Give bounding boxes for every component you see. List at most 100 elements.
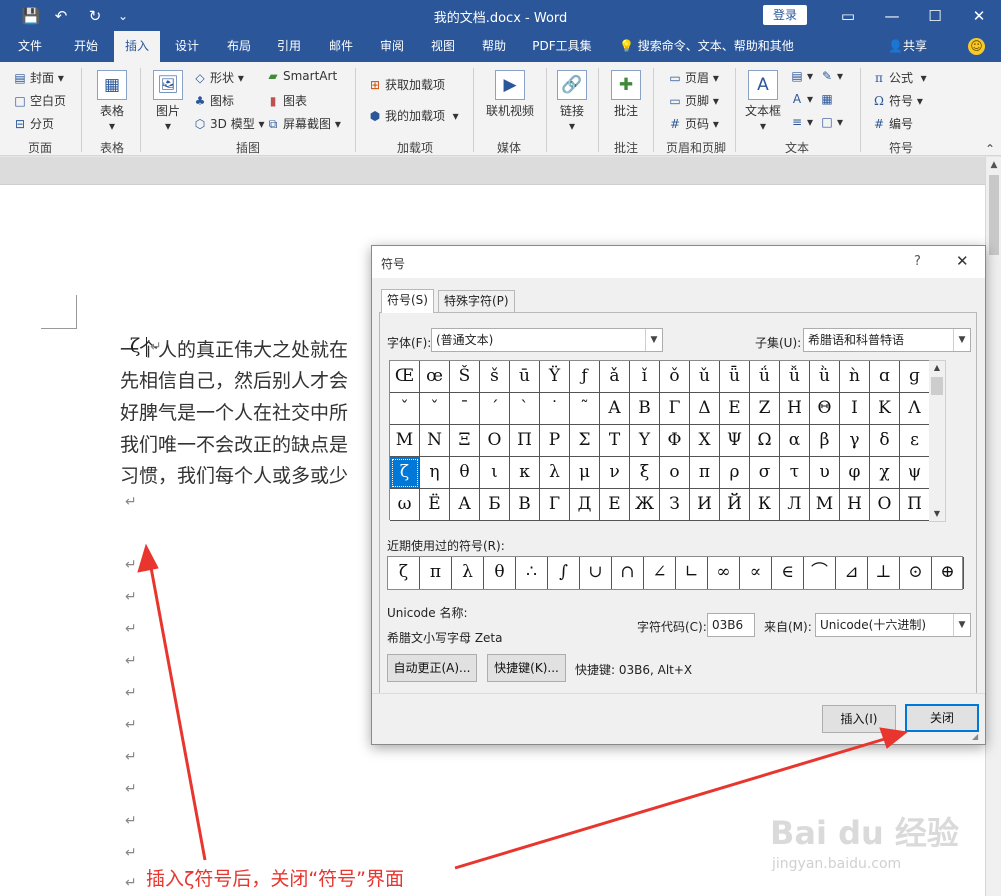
equation-button[interactable]: π 公式 ▾ — [872, 69, 927, 86]
help-icon[interactable]: ? — [914, 254, 921, 269]
ribbon-display-icon[interactable]: ▭ — [826, 0, 870, 31]
symbol-cell[interactable]: Ξ — [450, 425, 480, 457]
symbol-cell[interactable]: Θ — [810, 393, 840, 425]
symbol-cell[interactable]: Н — [840, 489, 870, 521]
shortcut-key-button[interactable]: 快捷键(K)... — [487, 654, 566, 682]
symbol-cell[interactable]: З — [660, 489, 690, 521]
symbol-cell[interactable]: δ — [870, 425, 900, 457]
symbol-cell[interactable]: ƒ — [570, 361, 600, 393]
restore-button[interactable]: ☐ — [913, 0, 957, 31]
symbol-cell[interactable]: ǚ — [780, 361, 810, 393]
wordart-button[interactable]: A ▾ — [790, 92, 813, 106]
symbol-cell[interactable]: ɡ — [900, 361, 930, 393]
my-addins-button[interactable]: ⬢ 我的加载项 ▾ — [368, 107, 459, 124]
symbol-cell[interactable]: ω — [390, 489, 420, 521]
quick-parts-button[interactable]: ▤ ▾ — [790, 69, 813, 83]
symbol-cell[interactable]: К — [750, 489, 780, 521]
symbol-cell[interactable]: ˇ — [390, 393, 420, 425]
close-button[interactable]: ✕ — [957, 0, 1001, 31]
symbol-cell[interactable]: Ж — [630, 489, 660, 521]
symbol-cell[interactable]: ǒ — [660, 361, 690, 393]
scroll-up-arrow-icon[interactable]: ▲ — [929, 361, 945, 375]
recent-symbol-cell[interactable]: ⊿ — [836, 557, 868, 589]
tell-me-search[interactable]: 💡 搜索命令、文本、帮助和其他 — [619, 31, 794, 62]
symbol-cell[interactable]: ˉ — [450, 393, 480, 425]
symbol-cell[interactable]: ψ — [900, 457, 930, 489]
tab-design[interactable]: 设计 — [164, 31, 210, 62]
symbol-cell[interactable]: γ — [840, 425, 870, 457]
comment-button[interactable]: ✚ 批注 — [608, 70, 644, 119]
tab-symbols[interactable]: 符号(S) — [381, 289, 434, 313]
symbol-cell[interactable]: Χ — [690, 425, 720, 457]
symbol-cell[interactable]: И — [690, 489, 720, 521]
symbol-cell[interactable]: š — [480, 361, 510, 393]
symbol-cell[interactable]: ǔ — [690, 361, 720, 393]
symbol-cell[interactable]: Ω — [750, 425, 780, 457]
scroll-down-arrow-icon[interactable]: ▼ — [929, 507, 945, 521]
symbol-cell[interactable]: Λ — [900, 393, 930, 425]
recent-symbol-cell[interactable]: ∟ — [676, 557, 708, 589]
symbol-cell[interactable]: Š — [450, 361, 480, 393]
symbol-cell[interactable]: Œ — [390, 361, 420, 393]
recent-symbol-cell[interactable]: ∩ — [612, 557, 644, 589]
symbol-cell[interactable]: Ρ — [540, 425, 570, 457]
recent-symbol-cell[interactable]: θ — [484, 557, 516, 589]
share-button[interactable]: 👤共享 — [888, 31, 927, 62]
symbol-cell[interactable]: Ι — [840, 393, 870, 425]
symbol-cell[interactable]: ˜ — [570, 393, 600, 425]
symbol-cell[interactable]: Ο — [480, 425, 510, 457]
tab-insert[interactable]: 插入 — [114, 31, 160, 62]
symbol-cell[interactable]: œ — [420, 361, 450, 393]
symbol-cell[interactable]: ο — [660, 457, 690, 489]
symbol-cell[interactable]: О — [870, 489, 900, 521]
dialog-close-icon[interactable]: ✕ — [956, 252, 969, 270]
symbol-cell[interactable]: ˊ — [480, 393, 510, 425]
vertical-scrollbar[interactable]: ▲ — [985, 157, 1001, 896]
symbol-cell[interactable]: τ — [780, 457, 810, 489]
blank-page-button[interactable]: □ 空白页 — [13, 92, 66, 109]
symbol-cell[interactable]: Κ — [870, 393, 900, 425]
symbol-cell[interactable]: ǎ — [600, 361, 630, 393]
symbol-cell[interactable]: Б — [480, 489, 510, 521]
date-time-button[interactable]: ▦ — [820, 92, 837, 106]
symbol-cell[interactable]: ǐ — [630, 361, 660, 393]
symbol-cell[interactable]: Ζ — [750, 393, 780, 425]
symbol-cell[interactable]: ι — [480, 457, 510, 489]
drop-cap-button[interactable]: ≡ ▾ — [790, 115, 813, 129]
minimize-button[interactable]: — — [870, 0, 914, 31]
symbol-cell[interactable]: ˙ — [540, 393, 570, 425]
recent-symbol-cell[interactable]: ∴ — [516, 557, 548, 589]
symbol-cell[interactable]: Φ — [660, 425, 690, 457]
chevron-down-icon[interactable]: ▼ — [953, 329, 970, 351]
dialog-title-bar[interactable]: 符号 ? ✕ — [372, 246, 985, 278]
symbol-cell[interactable]: λ — [540, 457, 570, 489]
symbol-cell[interactable]: Й — [720, 489, 750, 521]
tab-view[interactable]: 视图 — [420, 31, 466, 62]
page-break-button[interactable]: ⊟ 分页 — [13, 115, 54, 132]
pictures-button[interactable]: 🖼 图片 ▾ — [150, 70, 186, 133]
close-dialog-button[interactable]: 关闭 — [905, 704, 979, 732]
symbol-cell[interactable]: σ — [750, 457, 780, 489]
table-button[interactable]: ▦ 表格 ▾ — [92, 70, 132, 133]
screenshot-button[interactable]: ⧉ 屏幕截图 ▾ — [266, 115, 341, 132]
scroll-thumb[interactable] — [931, 377, 943, 395]
symbol-cell[interactable]: Γ — [660, 393, 690, 425]
header-button[interactable]: ▭ 页眉 ▾ — [668, 69, 719, 86]
autocorrect-button[interactable]: 自动更正(A)... — [387, 654, 477, 682]
symbol-cell[interactable]: π — [690, 457, 720, 489]
text-box-button[interactable]: A 文本框 ▾ — [742, 70, 784, 133]
symbol-cell[interactable]: А — [450, 489, 480, 521]
symbol-cell[interactable]: Σ — [570, 425, 600, 457]
symbol-cell[interactable]: Л — [780, 489, 810, 521]
symbol-cell[interactable]: Υ — [630, 425, 660, 457]
tab-pdf-tools[interactable]: PDF工具集 — [526, 31, 598, 62]
resize-grip-icon[interactable]: ◢ — [972, 732, 978, 741]
chart-button[interactable]: ▮ 图表 — [266, 92, 307, 109]
tab-special-characters[interactable]: 特殊字符(P) — [438, 290, 515, 312]
symbol-cell[interactable]: Π — [510, 425, 540, 457]
get-addins-button[interactable]: ⊞ 获取加载项 — [368, 76, 445, 93]
shapes-button[interactable]: ◇ 形状 ▾ — [193, 69, 243, 86]
recent-symbol-cell[interactable]: ⊕ — [932, 557, 964, 589]
recent-symbol-cell[interactable]: π — [420, 557, 452, 589]
tab-mailings[interactable]: 邮件 — [318, 31, 364, 62]
